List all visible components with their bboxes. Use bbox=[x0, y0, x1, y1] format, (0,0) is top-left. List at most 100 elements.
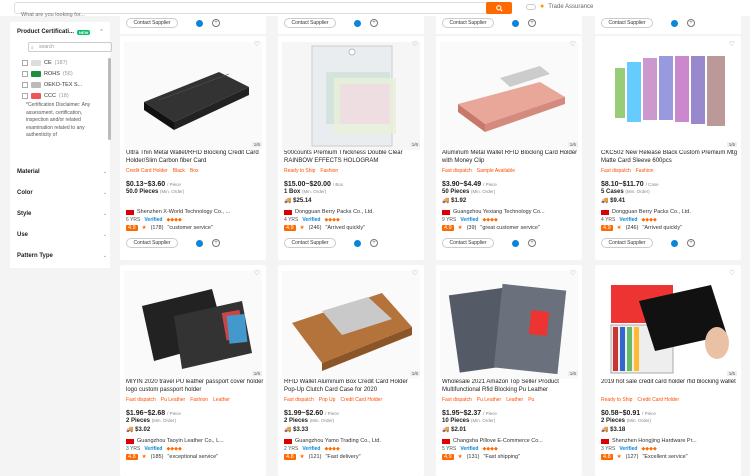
add-compare-icon[interactable]: + bbox=[212, 19, 220, 27]
search-button[interactable] bbox=[486, 2, 512, 14]
chat-icon[interactable] bbox=[671, 20, 678, 27]
product-image[interactable] bbox=[440, 271, 578, 379]
favorite-icon[interactable]: ♡ bbox=[254, 40, 260, 48]
sidebar-scrollbar[interactable] bbox=[108, 58, 111, 140]
chat-icon[interactable] bbox=[196, 240, 203, 247]
favorite-icon[interactable]: ♡ bbox=[570, 40, 576, 48]
favorite-icon[interactable]: ♡ bbox=[412, 40, 418, 48]
cert-option-oeko-tex[interactable]: OEKO-TEX S... bbox=[22, 82, 82, 88]
chat-icon[interactable] bbox=[512, 240, 519, 247]
product-title[interactable]: CKC502 New Release Black Custom Premium … bbox=[601, 150, 739, 166]
checkbox[interactable] bbox=[22, 60, 28, 66]
product-card[interactable]: ♡ 1/6 RFID Wallet Aluminum Box Credit Ca… bbox=[278, 265, 424, 476]
product-title[interactable]: Ultra Thin Metal Wallet/RFID Blocking Cr… bbox=[126, 150, 264, 166]
supplier-years: 4 YRS bbox=[601, 217, 616, 223]
product-image[interactable] bbox=[124, 271, 262, 379]
supplier-name[interactable]: Dongguan Berry Packs Co., Ltd. bbox=[612, 209, 691, 215]
supplier-row[interactable]: Dongguan Berry Packs Co., Ltd. bbox=[284, 209, 374, 215]
product-card[interactable]: ♡ 1/6 Aluminum Metal Wallet RFID Blockin… bbox=[436, 36, 582, 260]
review-quote: "Fast shipping" bbox=[483, 454, 521, 460]
contact-supplier-button[interactable]: Contact Supplier bbox=[284, 238, 336, 248]
certification-search[interactable]: ⌕ search bbox=[28, 42, 112, 52]
cert-option-rohs[interactable]: ROHS (56) bbox=[22, 71, 73, 77]
trade-assurance-filter[interactable]: ● Trade Assurance bbox=[526, 3, 593, 10]
add-compare-icon[interactable]: + bbox=[212, 239, 220, 247]
product-card[interactable]: ♡ 1/6 Ultra Thin Metal Wallet/RFID Block… bbox=[120, 36, 266, 260]
add-compare-icon[interactable]: + bbox=[528, 19, 536, 27]
cert-option-ce[interactable]: CE (187) bbox=[22, 60, 67, 66]
favorite-icon[interactable]: ♡ bbox=[254, 269, 260, 277]
facet-use[interactable]: Use ⌄ bbox=[17, 232, 107, 238]
contact-supplier-button[interactable]: Contact Supplier bbox=[601, 238, 653, 248]
supplier-name[interactable]: Changsha Pillove E-Commerce Co... bbox=[453, 438, 543, 444]
product-image[interactable] bbox=[282, 271, 420, 379]
facet-pattern-type[interactable]: Pattern Type ⌄ bbox=[17, 253, 107, 259]
card-footer: Contact Supplier + bbox=[595, 234, 741, 254]
supplier-name[interactable]: Dongguan Berry Packs Co., Ltd. bbox=[295, 209, 374, 215]
contact-supplier-button[interactable]: Contact Supplier bbox=[442, 238, 494, 248]
supplier-row[interactable]: Guangzhou Yamo Trading Co., Ltd. bbox=[284, 438, 381, 444]
checkbox[interactable] bbox=[22, 71, 28, 77]
product-title[interactable]: Aluminum Metal Wallet RFID Blocking Card… bbox=[442, 150, 580, 166]
cert-option-ccc[interactable]: CCC (18) bbox=[22, 93, 69, 99]
supplier-name[interactable]: Guangzhou Yamo Trading Co., Ltd. bbox=[295, 438, 381, 444]
product-image[interactable] bbox=[599, 42, 737, 150]
contact-supplier-button[interactable]: Contact Supplier bbox=[284, 18, 336, 28]
product-title[interactable]: 2019 hot sale credit card holder rfid bl… bbox=[601, 379, 739, 395]
product-card[interactable]: ♡ 1/6 2019 hot sale credit card holder r… bbox=[595, 265, 741, 476]
supplier-row[interactable]: Changsha Pillove E-Commerce Co... bbox=[442, 438, 543, 444]
chat-icon[interactable] bbox=[512, 20, 519, 27]
favorite-icon[interactable]: ♡ bbox=[412, 269, 418, 277]
supplier-row[interactable]: Guangzhou Taoyin Leather Co., L... bbox=[126, 438, 224, 444]
supplier-row[interactable]: Shenzhen X-World Technology Co., ... bbox=[126, 209, 230, 215]
supplier-row[interactable]: Shenzhen Hongjing Hardware Pr... bbox=[601, 438, 697, 444]
product-card[interactable]: ♡ 1/6 500counts Premium Thickness Double… bbox=[278, 36, 424, 260]
add-compare-icon[interactable]: + bbox=[687, 19, 695, 27]
supplier-name[interactable]: Guangzhou Yexiang Technology Co... bbox=[453, 209, 545, 215]
product-image[interactable] bbox=[440, 42, 578, 150]
certification-heading[interactable]: Product Certificati... NEW ⌃ bbox=[17, 29, 104, 35]
add-compare-icon[interactable]: + bbox=[687, 239, 695, 247]
product-title[interactable]: Wholesale 2021 Amazon Top Seller Product… bbox=[442, 379, 580, 395]
favorite-icon[interactable]: ♡ bbox=[729, 269, 735, 277]
facet-material[interactable]: Material ⌄ bbox=[17, 169, 107, 175]
product-title[interactable]: RFID Wallet Aluminum Box Credit Card Hol… bbox=[284, 379, 422, 395]
favorite-icon[interactable]: ♡ bbox=[729, 40, 735, 48]
product-image[interactable] bbox=[282, 42, 420, 150]
product-image[interactable] bbox=[599, 271, 737, 379]
china-flag-icon bbox=[442, 438, 450, 444]
contact-supplier-button[interactable]: Contact Supplier bbox=[126, 18, 178, 28]
min-order-qty: 2 Pieces bbox=[126, 418, 151, 424]
contact-supplier-button[interactable]: Contact Supplier bbox=[126, 238, 178, 248]
chat-icon[interactable] bbox=[354, 20, 361, 27]
chat-icon[interactable] bbox=[671, 240, 678, 247]
checkbox[interactable] bbox=[22, 93, 28, 99]
favorite-icon[interactable]: ♡ bbox=[570, 269, 576, 277]
supplier-row[interactable]: Guangzhou Yexiang Technology Co... bbox=[442, 209, 545, 215]
supplier-name[interactable]: Guangzhou Taoyin Leather Co., L... bbox=[137, 438, 224, 444]
product-image[interactable] bbox=[124, 42, 262, 150]
chat-icon[interactable] bbox=[196, 20, 203, 27]
product-card[interactable]: ♡ 1/6 Wholesale 2021 Amazon Top Seller P… bbox=[436, 265, 582, 476]
product-title[interactable]: 500counts Premium Thickness Double Clear… bbox=[284, 150, 422, 166]
product-card[interactable]: ♡ 1/6 CKC502 New Release Black Custom Pr… bbox=[595, 36, 741, 260]
product-title[interactable]: MIYIN 2020 travel PU leather passport co… bbox=[126, 379, 264, 395]
product-card[interactable]: ♡ 1/6 MIYIN 2020 travel PU leather passp… bbox=[120, 265, 266, 476]
chat-icon[interactable] bbox=[354, 240, 361, 247]
add-compare-icon[interactable]: + bbox=[370, 239, 378, 247]
checkbox[interactable] bbox=[22, 82, 28, 88]
supplier-row[interactable]: Dongguan Berry Packs Co., Ltd. bbox=[601, 209, 691, 215]
image-page-indicator: 1/6 bbox=[567, 142, 578, 147]
facet-style[interactable]: Style ⌄ bbox=[17, 211, 107, 217]
add-compare-icon[interactable]: + bbox=[528, 239, 536, 247]
supplier-name[interactable]: Shenzhen Hongjing Hardware Pr... bbox=[612, 438, 697, 444]
review-row: 4.9 ★ (246) "Arrived quickly" bbox=[601, 225, 682, 231]
trade-assurance-toggle[interactable] bbox=[526, 3, 536, 10]
contact-supplier-button[interactable]: Contact Supplier bbox=[601, 18, 653, 28]
price-range: $1.96~$2.68 bbox=[126, 410, 166, 417]
supplier-name[interactable]: Shenzhen X-World Technology Co., ... bbox=[137, 209, 230, 215]
contact-supplier-button[interactable]: Contact Supplier bbox=[442, 18, 494, 28]
add-compare-icon[interactable]: + bbox=[370, 19, 378, 27]
min-order-note: (Min. Order) bbox=[471, 418, 496, 423]
facet-color[interactable]: Color ⌄ bbox=[17, 190, 107, 196]
